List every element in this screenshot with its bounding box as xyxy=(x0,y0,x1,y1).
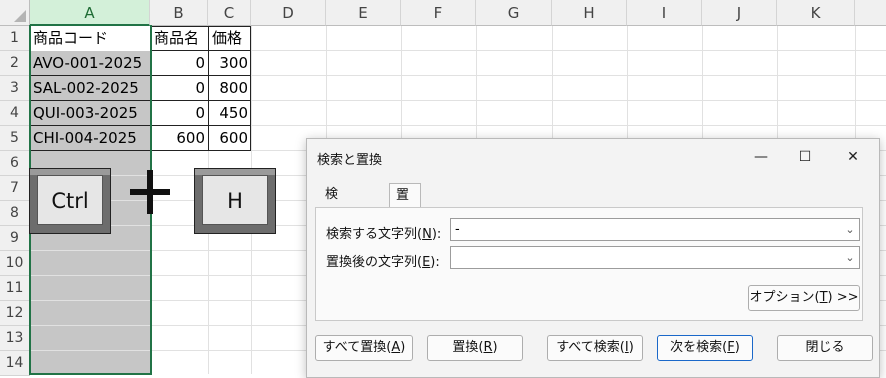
find-all-button[interactable]: すべて検索(I) xyxy=(547,335,643,361)
column-header-f[interactable]: F xyxy=(401,0,476,26)
find-next-button[interactable]: 次を検索(F) xyxy=(657,335,753,361)
find-what-input[interactable] xyxy=(451,219,841,240)
select-all-corner[interactable] xyxy=(0,0,30,26)
close-button[interactable]: 閉じる xyxy=(777,335,873,361)
tab-replace[interactable]: 置換(P) xyxy=(389,183,421,251)
cell-c2[interactable]: 300 xyxy=(209,51,251,76)
cell-b1[interactable]: 商品名 xyxy=(151,26,208,51)
close-icon[interactable]: ✕ xyxy=(833,143,873,171)
chevron-down-icon[interactable]: ⌄ xyxy=(841,247,859,268)
ctrl-key-label: Ctrl xyxy=(37,175,103,225)
replace-tail: ) xyxy=(492,340,498,355)
find-replace-dialog: 検索と置換 — ☐ ✕ 検索(D) 置換(P) 検索する文字列(N): ⌄ 置換… xyxy=(306,138,880,378)
replace-with-label: 置換後の文字列(E): xyxy=(326,251,440,270)
h-key-label: H xyxy=(202,175,268,225)
row-header-9[interactable]: 9 xyxy=(0,226,30,251)
find-what-tail: ): xyxy=(431,227,442,242)
replace-with-tail: ): xyxy=(430,255,440,270)
row-header-10[interactable]: 10 xyxy=(0,251,30,276)
column-header-h[interactable]: H xyxy=(552,0,627,26)
column-header-c[interactable]: C xyxy=(208,0,251,26)
replace-all-accesskey: A xyxy=(391,340,401,355)
options-accesskey: T xyxy=(819,290,828,305)
replace-all-button[interactable]: すべて置換(A) xyxy=(315,335,413,361)
minimize-icon[interactable]: — xyxy=(741,143,781,171)
cell-c1[interactable]: 価格 xyxy=(209,26,251,51)
replace-accesskey: R xyxy=(483,340,493,355)
cell-b3[interactable]: 0 xyxy=(151,76,208,101)
replace-with-input[interactable] xyxy=(451,247,841,268)
column-header-l[interactable] xyxy=(855,0,886,26)
replace-all-text: すべて置換( xyxy=(322,340,392,355)
row-header-14[interactable]: 14 xyxy=(0,351,30,376)
find-what-combobox[interactable]: ⌄ xyxy=(450,218,860,241)
plus-sign xyxy=(130,170,170,214)
find-next-accesskey: F xyxy=(727,340,735,355)
options-text: オプション( xyxy=(749,290,820,305)
find-what-text: 検索する文字列( xyxy=(326,227,423,242)
row-header-5[interactable]: 5 xyxy=(0,126,30,151)
row-header-4[interactable]: 4 xyxy=(0,101,30,126)
find-what-accesskey: N xyxy=(422,227,432,242)
column-header-k[interactable]: K xyxy=(777,0,855,26)
tab-find[interactable]: 検索(D) xyxy=(319,183,351,250)
cell-c5[interactable]: 600 xyxy=(209,126,251,151)
row-header-6[interactable]: 6 xyxy=(0,151,30,176)
column-header-a[interactable]: A xyxy=(30,0,150,26)
row-header-2[interactable]: 2 xyxy=(0,51,30,76)
column-header-d[interactable]: D xyxy=(251,0,326,26)
row-header-7[interactable]: 7 xyxy=(0,176,30,201)
find-next-text: 次を検索( xyxy=(670,340,728,355)
find-next-tail: ) xyxy=(734,340,740,355)
column-header-i[interactable]: I xyxy=(627,0,702,26)
row-header-13[interactable]: 13 xyxy=(0,326,30,351)
find-what-label: 検索する文字列(N): xyxy=(326,223,441,242)
replace-with-combobox[interactable]: ⌄ xyxy=(450,246,860,269)
find-all-tail: ) xyxy=(628,340,634,355)
options-tail: ) >> xyxy=(827,290,859,305)
column-header-b[interactable]: B xyxy=(150,0,208,26)
row-header-8[interactable]: 8 xyxy=(0,201,30,226)
replace-with-text: 置換後の文字列( xyxy=(326,255,423,270)
row-header-11[interactable]: 11 xyxy=(0,276,30,301)
row-header-3[interactable]: 3 xyxy=(0,76,30,101)
column-header-e[interactable]: E xyxy=(326,0,401,26)
h-key-image: H xyxy=(194,168,276,234)
replace-panel: 検索する文字列(N): ⌄ 置換後の文字列(E): ⌄ オプション(T) >> xyxy=(315,207,863,321)
find-all-text: すべて検索( xyxy=(556,340,625,355)
row-header-12[interactable]: 12 xyxy=(0,301,30,326)
cell-b4[interactable]: 0 xyxy=(151,101,208,126)
column-header-g[interactable]: G xyxy=(476,0,552,26)
cell-c3[interactable]: 800 xyxy=(209,76,251,101)
replace-all-tail: ) xyxy=(400,340,406,355)
replace-text: 置換( xyxy=(452,340,484,355)
options-button[interactable]: オプション(T) >> xyxy=(748,285,860,311)
cell-c4[interactable]: 450 xyxy=(209,101,251,126)
cell-b2[interactable]: 0 xyxy=(151,51,208,76)
dialog-title: 検索と置換 xyxy=(317,153,383,168)
column-header-j[interactable]: J xyxy=(702,0,777,26)
chevron-down-icon[interactable]: ⌄ xyxy=(841,219,859,240)
replace-button[interactable]: 置換(R) xyxy=(427,335,523,361)
maximize-icon[interactable]: ☐ xyxy=(785,143,825,171)
cell-b5[interactable]: 600 xyxy=(151,126,208,151)
row-header-1[interactable]: 1 xyxy=(0,26,30,51)
ctrl-key-image: Ctrl xyxy=(29,168,111,234)
